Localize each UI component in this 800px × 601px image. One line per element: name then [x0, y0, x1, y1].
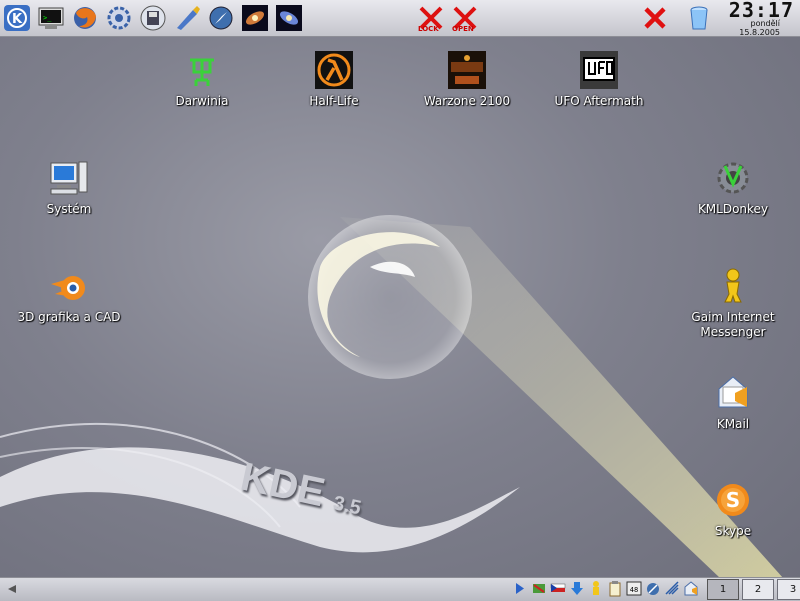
svg-text:S: S — [726, 488, 740, 512]
tray-arrow-icon[interactable] — [512, 580, 528, 597]
svg-text:>_: >_ — [43, 14, 52, 22]
terminal-icon[interactable]: >_ — [36, 3, 66, 33]
tray-wifi-icon[interactable] — [664, 580, 680, 597]
trash-icon[interactable] — [684, 3, 714, 33]
system-tray: 48 — [512, 580, 699, 599]
svg-text:48: 48 — [630, 586, 638, 594]
desktop: KDE 3.5 Darwinia Half-Life Warzone 2100 … — [0, 37, 800, 577]
desktop-icon-half-life[interactable]: Half-Life — [274, 50, 394, 109]
firefox-icon[interactable] — [70, 3, 100, 33]
lock-label: LOCK — [418, 25, 439, 33]
ufo-icon — [579, 50, 619, 90]
tray-keyboard-flag-icon[interactable] — [550, 580, 566, 597]
darwinia-icon — [182, 50, 222, 90]
tray-clipboard-icon[interactable] — [607, 580, 623, 597]
top-panel: K >_ LOCK OPEN 23:17 pondělí 15.8.2005 — [0, 0, 800, 37]
desktop-icon-label: Gaim Internet Messenger — [691, 310, 775, 339]
galaxy-alt-icon[interactable] — [274, 3, 304, 33]
galaxy-icon[interactable] — [240, 3, 270, 33]
desktop-icon-label: Darwinia — [175, 94, 229, 108]
floppy-icon[interactable] — [138, 3, 168, 33]
kde-settings-icon[interactable] — [104, 3, 134, 33]
desktop-icon-label: 3D grafika a CAD — [17, 310, 121, 324]
tray-display-icon[interactable]: 48 — [626, 580, 642, 597]
pager-desktop-2[interactable]: 2 — [742, 579, 774, 600]
bottom-panel: 48 1 2 3 — [0, 577, 800, 601]
desktop-icon-warzone[interactable]: Warzone 2100 — [407, 50, 527, 109]
desktop-icon-gaim[interactable]: Gaim Internet Messenger — [673, 266, 793, 340]
clock[interactable]: 23:17 pondělí 15.8.2005 — [714, 0, 794, 37]
desktop-icon-ufo[interactable]: UFO Aftermath — [539, 50, 659, 109]
skype-icon: S — [713, 480, 753, 520]
desktop-icon-darwinia[interactable]: Darwinia — [142, 50, 262, 109]
desktop-icon-label: Systém — [46, 202, 92, 216]
tray-download-icon[interactable] — [569, 580, 585, 597]
clock-date: 15.8.2005 — [739, 28, 780, 37]
brush-icon[interactable] — [172, 3, 202, 33]
tray-kmail-icon[interactable] — [683, 580, 699, 597]
desktop-icon-skype[interactable]: S Skype — [673, 480, 793, 539]
svg-text:K: K — [12, 12, 23, 27]
compass-icon[interactable] — [206, 3, 236, 33]
close-icon[interactable] — [640, 3, 670, 33]
desktop-icon-label: KMLDonkey — [697, 202, 769, 216]
tray-browser-icon[interactable] — [645, 580, 661, 597]
warzone-icon — [447, 50, 487, 90]
desktop-icon-label: UFO Aftermath — [554, 94, 644, 108]
desktop-icon-label: Warzone 2100 — [423, 94, 511, 108]
desktop-icon-kmldonkey[interactable]: KMLDonkey — [673, 158, 793, 217]
half-life-icon — [314, 50, 354, 90]
clock-time: 23:17 — [728, 0, 794, 22]
kmenu-icon[interactable]: K — [2, 3, 32, 33]
desktop-icon-kmail[interactable]: KMail — [673, 373, 793, 432]
kde-logo-version: 3.5 — [331, 492, 363, 520]
blender-icon — [49, 266, 89, 306]
desktop-icon-3d-graphics[interactable]: 3D grafika a CAD — [9, 266, 129, 325]
pager-desktop-1[interactable]: 1 — [707, 579, 739, 600]
panel-arrow-icon[interactable] — [6, 583, 18, 595]
desktop-icon-system[interactable]: Systém — [9, 158, 129, 217]
desktop-icon-label: Half-Life — [309, 94, 359, 108]
kmail-icon — [713, 373, 753, 413]
desktop-pager: 1 2 3 — [704, 579, 800, 600]
gaim-icon — [713, 266, 753, 306]
desktop-icon-label: KMail — [716, 417, 750, 431]
open-label: OPEN — [452, 25, 474, 33]
desktop-icon-label: Skype — [714, 524, 752, 538]
tray-gaim-icon[interactable] — [588, 580, 604, 597]
pager-desktop-3[interactable]: 3 — [777, 579, 800, 600]
tray-network-icon[interactable] — [531, 580, 547, 597]
kmldonkey-icon — [713, 158, 753, 198]
computer-icon — [49, 158, 89, 198]
